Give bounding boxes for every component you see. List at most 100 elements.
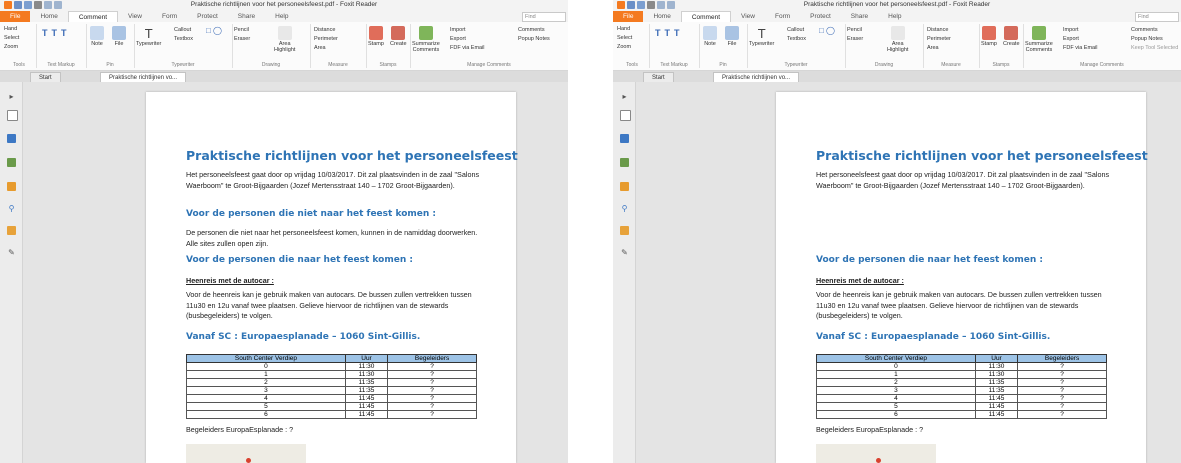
callout-tool[interactable]: Callout bbox=[787, 26, 804, 34]
table-row: 0 11:30? bbox=[186, 362, 477, 371]
find-input[interactable]: Find bbox=[522, 12, 566, 22]
pencil-tool[interactable]: Pencil bbox=[234, 26, 249, 34]
layers-icon[interactable] bbox=[620, 182, 629, 191]
textbox-tool[interactable]: Textbox bbox=[174, 35, 193, 43]
area-highlight-button[interactable]: Area Highlight bbox=[887, 26, 908, 53]
summarize-comments-button[interactable]: Summarize Comments bbox=[1025, 26, 1053, 53]
pages-icon[interactable] bbox=[620, 134, 629, 143]
comments-dropdown[interactable]: Comments bbox=[1131, 26, 1158, 34]
pages-icon[interactable] bbox=[7, 134, 16, 143]
perimeter-tool[interactable]: Perimeter bbox=[314, 35, 338, 43]
tab-view[interactable]: View bbox=[118, 11, 152, 22]
document-canvas[interactable]: Praktische richtlijnen voor het personee… bbox=[23, 82, 568, 463]
find-input[interactable]: Find bbox=[1135, 12, 1179, 22]
zoom-tool[interactable]: Zoom bbox=[617, 43, 631, 51]
menu-tabs: File Home Comment View Form Protect Shar… bbox=[613, 11, 1181, 23]
signature-icon[interactable]: ✎ bbox=[7, 248, 16, 257]
tab-file[interactable]: File bbox=[613, 11, 644, 22]
file-button[interactable]: File bbox=[725, 26, 739, 47]
import-button[interactable]: Import bbox=[450, 26, 466, 34]
textbox-tool[interactable]: Textbox bbox=[787, 35, 806, 43]
create-stamp-button[interactable]: Create bbox=[1003, 26, 1020, 47]
eraser-tool[interactable]: Eraser bbox=[234, 35, 250, 43]
stamp-button[interactable]: Stamp bbox=[981, 26, 997, 47]
popup-notes-button[interactable]: Popup Notes bbox=[518, 35, 550, 43]
document-canvas[interactable]: Praktische richtlijnen voor het personee… bbox=[636, 82, 1181, 463]
tab-home[interactable]: Home bbox=[30, 11, 67, 22]
zoom-tool[interactable]: Zoom bbox=[4, 43, 18, 51]
heenreis-heading: Heenreis met de autocar : bbox=[816, 276, 904, 285]
security-lock-icon[interactable] bbox=[7, 226, 16, 235]
typewriter-group: T Typewriter Callout Textbox □ ◯ Typewrit… bbox=[134, 24, 233, 68]
tab-protect[interactable]: Protect bbox=[800, 11, 841, 22]
select-tool[interactable]: Select bbox=[4, 34, 19, 42]
shape-tools-icons[interactable]: □ ◯ bbox=[819, 26, 835, 35]
file-button[interactable]: File bbox=[112, 26, 126, 47]
typewriter-button[interactable]: T Typewriter bbox=[749, 26, 774, 47]
area-tool[interactable]: Area bbox=[927, 44, 939, 52]
bookmark-icon[interactable] bbox=[620, 110, 631, 121]
bookmark-icon[interactable] bbox=[7, 110, 18, 121]
typewriter-button[interactable]: T Typewriter bbox=[136, 26, 161, 47]
tab-help[interactable]: Help bbox=[878, 11, 911, 22]
export-button[interactable]: Export bbox=[450, 35, 466, 43]
distance-tool[interactable]: Distance bbox=[927, 26, 948, 34]
table-row: 6 11:45? bbox=[816, 410, 1107, 419]
heenreis-paragraph: Voor de heenreis kan je gebruik maken va… bbox=[186, 290, 472, 320]
select-tool[interactable]: Select bbox=[617, 34, 632, 42]
tab-share[interactable]: Share bbox=[228, 11, 265, 22]
create-stamp-button[interactable]: Create bbox=[390, 26, 407, 47]
signature-icon[interactable]: ✎ bbox=[620, 248, 629, 257]
attachments-icon[interactable]: ⚲ bbox=[620, 204, 629, 213]
tab-form[interactable]: Form bbox=[152, 11, 187, 22]
text-markup-icons[interactable]: TTT bbox=[655, 28, 684, 38]
area-highlight-button[interactable]: Area Highlight bbox=[274, 26, 295, 53]
stamps-group: Stamp Create Stamps bbox=[366, 24, 411, 68]
tools-label: Tools bbox=[13, 62, 25, 68]
tab-form[interactable]: Form bbox=[765, 11, 800, 22]
create-stamp-icon bbox=[391, 26, 406, 40]
pencil-tool[interactable]: Pencil bbox=[847, 26, 862, 34]
expand-arrow-icon[interactable]: ▸ bbox=[620, 92, 629, 101]
security-lock-icon[interactable] bbox=[620, 226, 629, 235]
perimeter-tool[interactable]: Perimeter bbox=[927, 35, 951, 43]
hand-tool[interactable]: Hand bbox=[4, 25, 17, 33]
expand-arrow-icon[interactable]: ▸ bbox=[7, 92, 16, 101]
fdf-via-email-button[interactable]: FDF via Email bbox=[1063, 44, 1098, 52]
layers-icon[interactable] bbox=[7, 182, 16, 191]
begeleiders-text: Begeleiders EuropaEsplanade : ? bbox=[816, 425, 924, 434]
eraser-tool[interactable]: Eraser bbox=[847, 35, 863, 43]
drawing-label: Drawing bbox=[261, 62, 281, 68]
import-button[interactable]: Import bbox=[1063, 26, 1079, 34]
vanaf-heading: Vanaf SC : Europaesplanade – 1060 Sint-G… bbox=[816, 332, 1051, 342]
stamp-button[interactable]: Stamp bbox=[368, 26, 384, 47]
export-button[interactable]: Export bbox=[1063, 35, 1079, 43]
hand-tool[interactable]: Hand bbox=[617, 25, 630, 33]
distance-tool[interactable]: Distance bbox=[314, 26, 335, 34]
popup-notes-button[interactable]: Popup Notes bbox=[1131, 35, 1163, 43]
keep-tool-selected-checkbox[interactable]: Keep Tool Selected bbox=[1131, 44, 1178, 52]
text-markup-label: Text Markup bbox=[47, 62, 75, 68]
tab-file[interactable]: File bbox=[0, 11, 31, 22]
attachments-icon[interactable]: ⚲ bbox=[7, 204, 16, 213]
text-markup-icons[interactable]: TTT bbox=[42, 28, 71, 38]
tab-view[interactable]: View bbox=[731, 11, 765, 22]
shape-tools-icons[interactable]: □ ◯ bbox=[206, 26, 222, 35]
note-button[interactable]: Note bbox=[703, 26, 717, 47]
stamps-group: Stamp Create Stamps bbox=[979, 24, 1024, 68]
tab-help[interactable]: Help bbox=[265, 11, 298, 22]
fdf-via-email-button[interactable]: FDF via Email bbox=[450, 44, 485, 52]
tab-home[interactable]: Home bbox=[643, 11, 680, 22]
callout-tool[interactable]: Callout bbox=[174, 26, 191, 34]
begeleiders-text: Begeleiders EuropaEsplanade : ? bbox=[186, 425, 294, 434]
intro-paragraph: Het personeelsfeest gaat door op vrijdag… bbox=[816, 170, 1110, 190]
comments-dropdown[interactable]: Comments bbox=[518, 26, 545, 34]
file-attach-icon bbox=[725, 26, 739, 40]
tab-protect[interactable]: Protect bbox=[187, 11, 228, 22]
comments-panel-icon[interactable] bbox=[7, 158, 16, 167]
note-button[interactable]: Note bbox=[90, 26, 104, 47]
tab-share[interactable]: Share bbox=[841, 11, 878, 22]
summarize-comments-button[interactable]: Summarize Comments bbox=[412, 26, 440, 53]
area-tool[interactable]: Area bbox=[314, 44, 326, 52]
comments-panel-icon[interactable] bbox=[620, 158, 629, 167]
